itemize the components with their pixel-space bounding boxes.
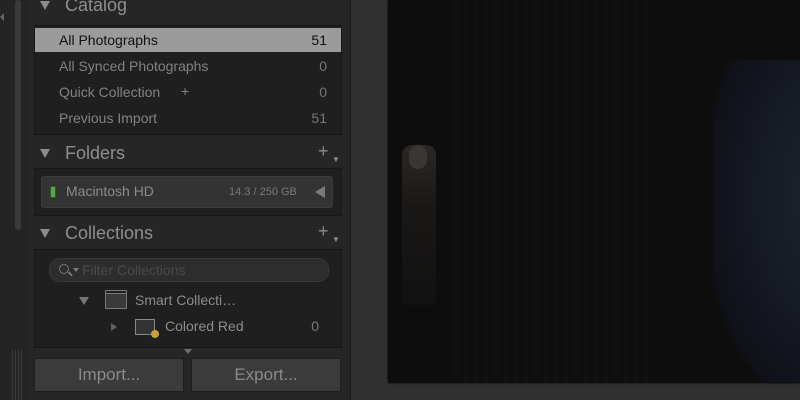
filter-collections-input[interactable]: [80, 260, 314, 280]
collection-label: Colored Red: [165, 318, 244, 334]
collections-header[interactable]: Collections + ▼: [26, 220, 350, 248]
collection-colored-red[interactable]: Colored Red 0: [35, 314, 341, 340]
collection-set-icon: [105, 290, 127, 309]
smart-collection-icon: [135, 319, 159, 338]
disclosure-down-icon[interactable]: [79, 297, 89, 305]
catalog-header[interactable]: Catalog: [26, 0, 350, 20]
catalog-item-label: Quick Collection: [59, 84, 161, 100]
chevron-down-icon[interactable]: ▼: [332, 155, 340, 164]
volume-name: Macintosh HD: [66, 183, 154, 199]
catalog-item-quick-collection[interactable]: Quick Collection + 0: [35, 80, 341, 104]
add-collection-icon[interactable]: +: [318, 221, 329, 242]
collections-list: Smart Collecti… Colored Red 0: [34, 249, 342, 348]
import-button[interactable]: Import...: [34, 358, 184, 392]
add-to-quick-collection-icon[interactable]: +: [181, 83, 189, 99]
add-folder-icon[interactable]: +: [318, 141, 329, 162]
collapse-left-icon[interactable]: [0, 13, 4, 21]
image-viewer: [351, 0, 800, 400]
catalog-title: Catalog: [65, 0, 128, 15]
catalog-item-all-synced[interactable]: All Synced Photographs 0: [35, 54, 341, 78]
search-icon-handle: [68, 271, 73, 277]
catalog-item-all-photographs[interactable]: All Photographs 51: [35, 28, 341, 52]
collection-count: 0: [311, 318, 319, 334]
photo-preview[interactable]: [388, 0, 800, 382]
disclosure-down-icon[interactable]: [40, 229, 50, 238]
catalog-item-label: Previous Import: [59, 110, 158, 126]
collection-set-smart[interactable]: Smart Collecti…: [35, 288, 341, 314]
volume-size: 14.3 / 250 GB: [229, 186, 297, 198]
photo-background: [448, 0, 648, 382]
chevron-down-icon[interactable]: ▼: [332, 235, 340, 244]
catalog-list: All Photographs 51 All Synced Photograph…: [34, 25, 342, 135]
disclosure-down-icon[interactable]: [40, 149, 50, 158]
photo-subject: [713, 60, 800, 382]
catalog-item-label: All Synced Photographs: [59, 58, 209, 74]
resize-grip[interactable]: [12, 350, 24, 400]
catalog-item-count: 0: [319, 84, 327, 100]
photo-lamp-knob: [409, 145, 427, 169]
volume-macintosh-hd[interactable]: Macintosh HD 14.3 / 250 GB: [41, 176, 333, 208]
disclosure-down-icon[interactable]: [40, 1, 50, 10]
volume-toggle-icon[interactable]: [315, 186, 325, 198]
panel-expand-icon[interactable]: [184, 349, 192, 354]
catalog-item-count: 0: [319, 58, 327, 74]
search-options-icon[interactable]: [73, 268, 79, 272]
folders-list: Macintosh HD 14.3 / 250 GB: [34, 168, 342, 216]
collection-label: Smart Collecti…: [135, 292, 237, 308]
left-panel: Catalog All Photographs 51 All Synced Ph…: [26, 0, 351, 400]
panel-scrollbar[interactable]: [15, 0, 21, 230]
catalog-item-count: 51: [311, 32, 327, 48]
catalog-item-previous-import[interactable]: Previous Import 51: [35, 106, 341, 130]
folders-title: Folders: [65, 143, 126, 163]
photo-lamp: [402, 145, 436, 305]
disclosure-right-icon: [111, 323, 117, 331]
export-button[interactable]: Export...: [191, 358, 341, 392]
catalog-item-label: All Photographs: [59, 32, 158, 48]
collections-title: Collections: [65, 223, 154, 243]
folders-header[interactable]: Folders + ▼: [26, 140, 350, 168]
left-panel-strip: [0, 0, 26, 400]
catalog-item-count: 51: [311, 110, 327, 126]
collections-filter[interactable]: [49, 258, 329, 282]
volume-status-icon: [50, 186, 56, 198]
